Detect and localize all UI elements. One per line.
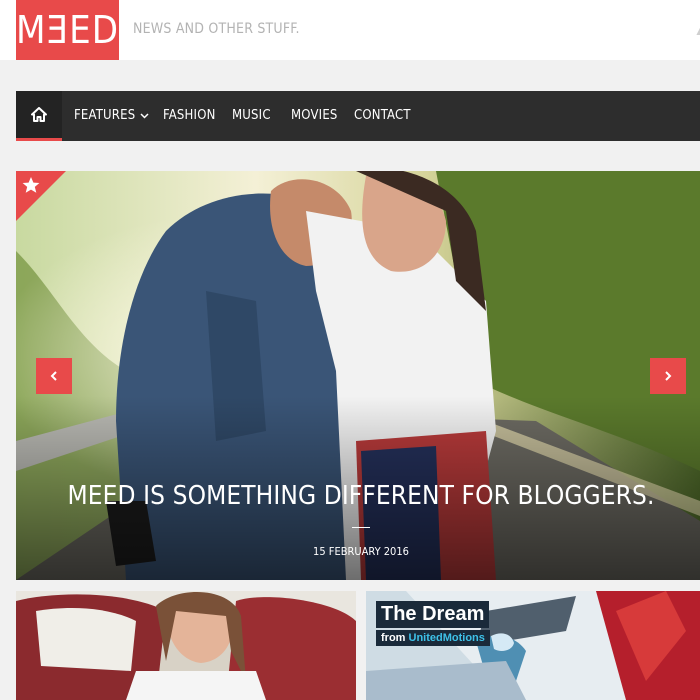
subtitle-brand: UnitedMotions [408, 632, 485, 644]
post-card-right[interactable]: The Dream from UnitedMotions [366, 591, 700, 700]
chevron-down-icon [140, 112, 149, 119]
site-tagline: NEWS AND OTHER STUFF. [133, 21, 300, 37]
hero-divider [352, 527, 370, 528]
featured-ribbon [16, 171, 66, 221]
main-navigation: FEATURES FASHION MUSIC MOVIES CONTACT [16, 91, 700, 141]
nav-item-contact[interactable]: CONTACT [354, 91, 411, 141]
hero-post-date: 15 FEBRUARY 2016 [313, 545, 409, 558]
social-icon[interactable]: ▲ [694, 24, 700, 38]
chevron-right-icon [665, 371, 672, 381]
post-card-left[interactable] [16, 591, 356, 700]
hero-image [16, 171, 700, 580]
slider-next-button[interactable] [650, 358, 686, 394]
chevron-left-icon [50, 371, 57, 381]
nav-item-music[interactable]: MUSIC [232, 91, 271, 141]
site-header: MƎED NEWS AND OTHER STUFF. ▲ [0, 0, 700, 60]
hero-post-title[interactable]: MEED IS SOMETHING DIFFERENT FOR BLOGGERS… [16, 481, 700, 511]
nav-item-features[interactable]: FEATURES [74, 91, 149, 141]
nav-item-fashion[interactable]: FASHION [163, 91, 216, 141]
home-icon [31, 107, 47, 122]
post-card-title[interactable]: The Dream [376, 601, 490, 628]
site-logo[interactable]: MƎED [16, 0, 119, 60]
nav-item-movies[interactable]: MOVIES [291, 91, 338, 141]
post-card-subtitle: from UnitedMotions [376, 630, 490, 646]
post-thumbnail [16, 591, 356, 700]
nav-item-label: FEATURES [74, 108, 136, 123]
featured-slider[interactable]: MEED IS SOMETHING DIFFERENT FOR BLOGGERS… [16, 171, 700, 580]
slider-prev-button[interactable] [36, 358, 72, 394]
nav-home-button[interactable] [16, 91, 62, 141]
subtitle-prefix: from [381, 632, 406, 644]
